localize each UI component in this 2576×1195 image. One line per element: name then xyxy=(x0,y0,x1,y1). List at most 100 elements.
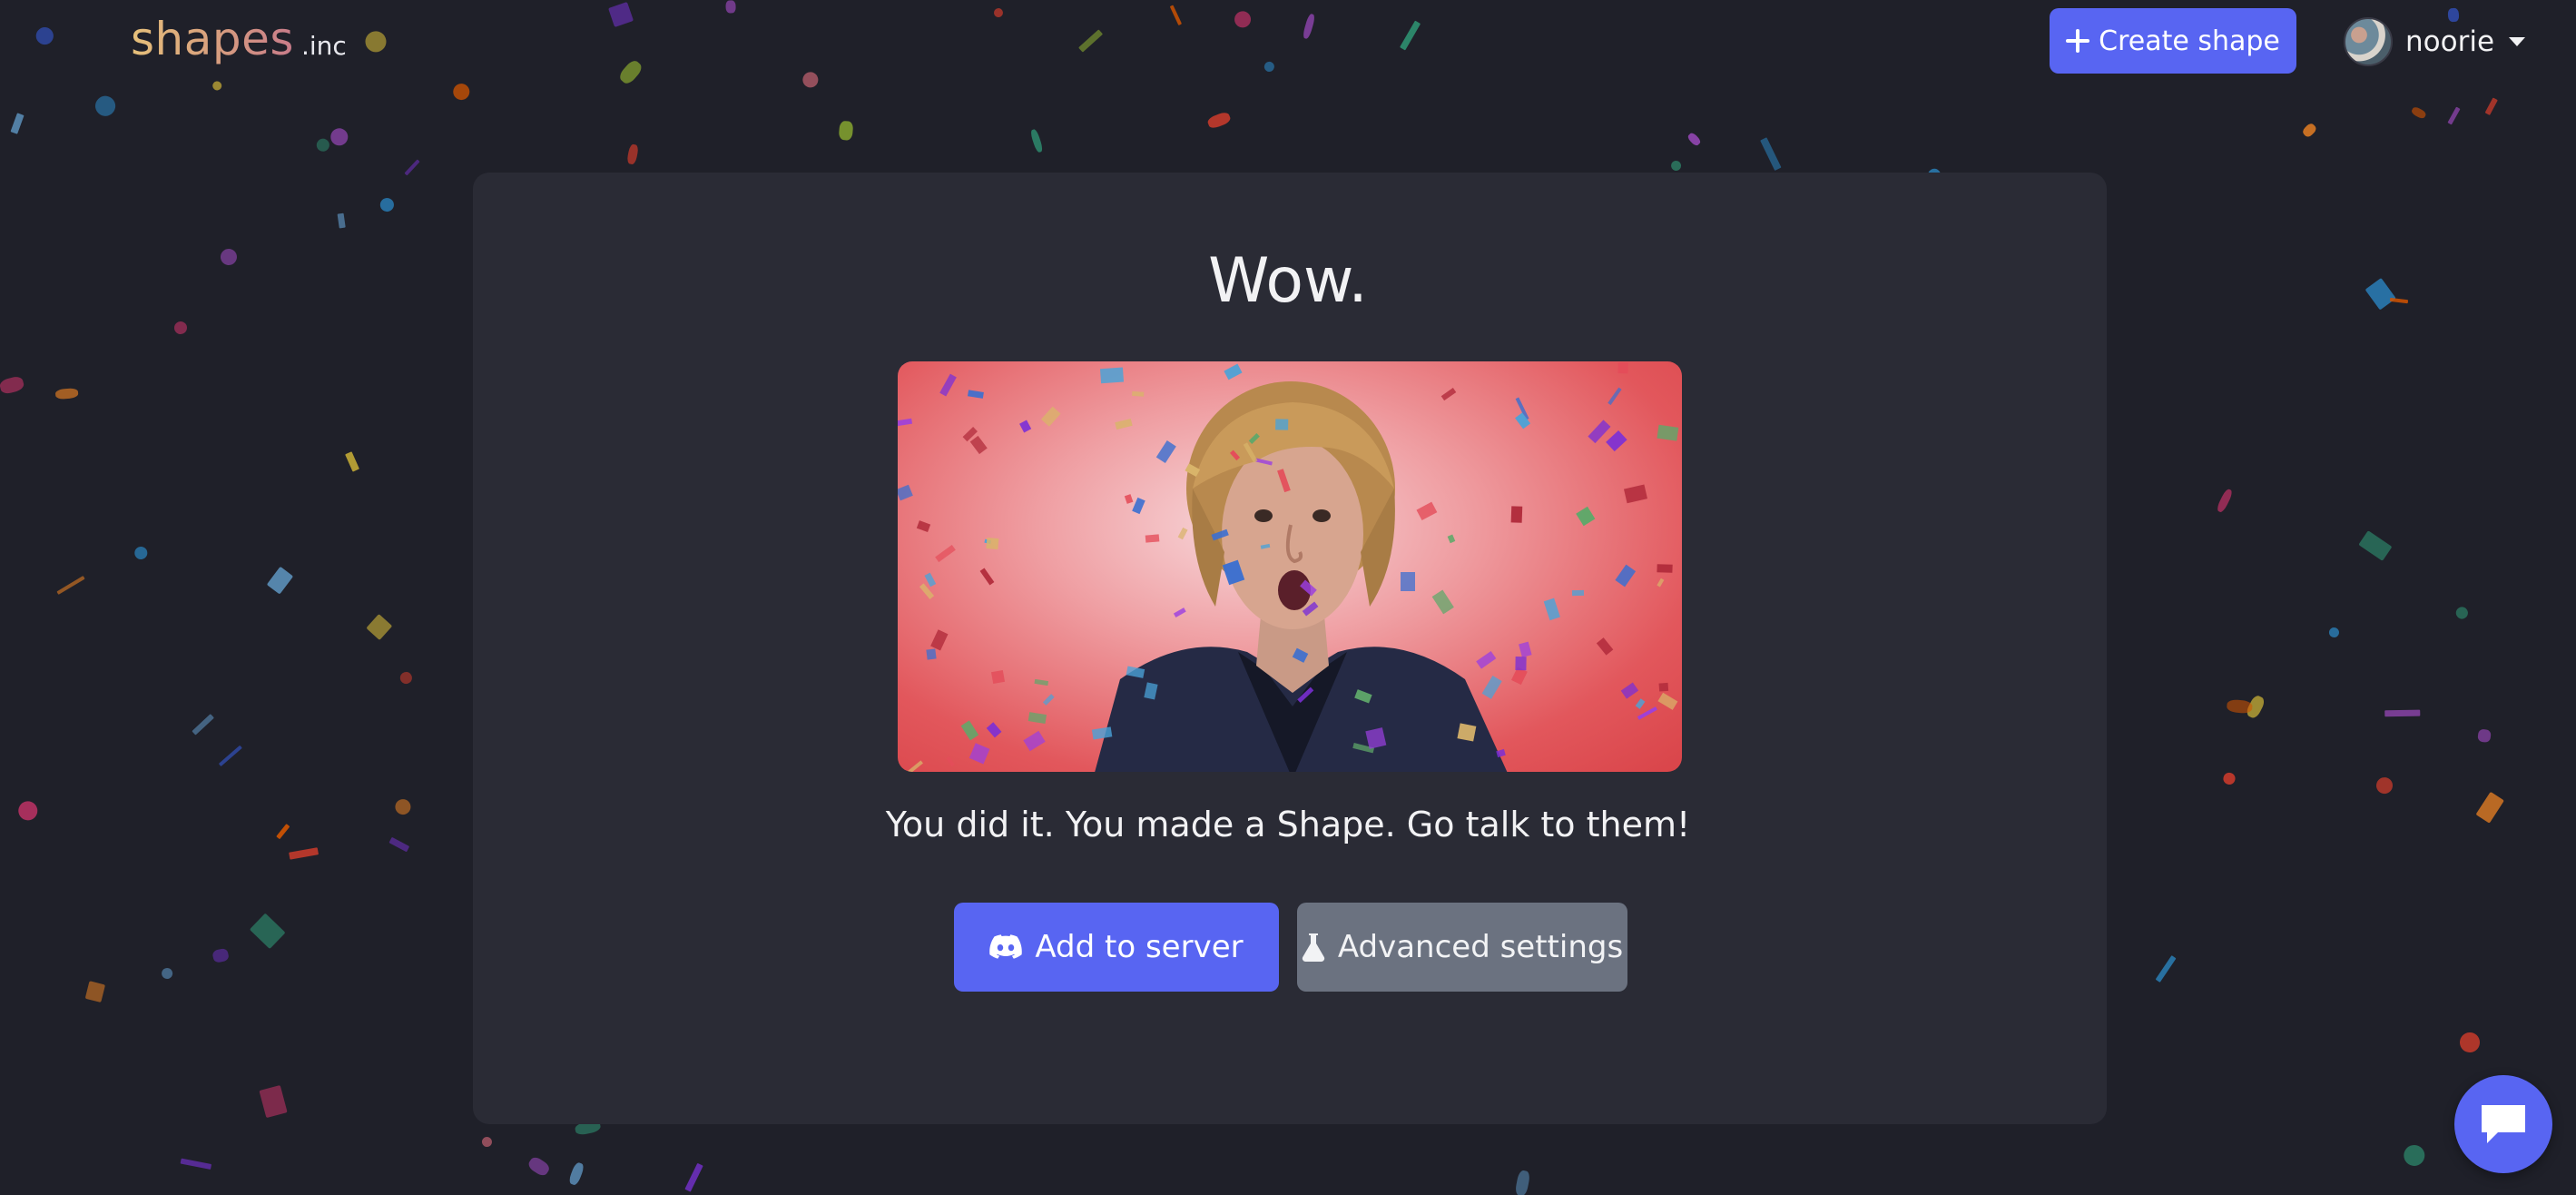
chat-launcher-button[interactable] xyxy=(2454,1075,2552,1173)
chevron-down-icon xyxy=(2509,37,2526,46)
confetti-piece xyxy=(1206,111,1233,131)
confetti-piece xyxy=(1760,137,1782,172)
gif-confetti-piece xyxy=(986,722,1001,738)
confetti-piece xyxy=(211,947,230,964)
confetti-piece xyxy=(2409,105,2427,121)
confetti-piece xyxy=(92,93,120,121)
confetti-piece xyxy=(2476,728,2492,743)
gif-confetti-piece xyxy=(916,519,930,532)
confetti-piece xyxy=(2358,529,2393,562)
confetti-piece xyxy=(366,614,392,640)
confetti-piece xyxy=(161,966,174,981)
gif-confetti-piece xyxy=(939,373,958,397)
gif-confetti-piece xyxy=(1457,723,1476,742)
confetti-piece xyxy=(180,1158,211,1170)
confetti-piece xyxy=(344,451,359,472)
success-message: You did it. You made a Shape. Go talk to… xyxy=(885,805,1691,844)
confetti-piece xyxy=(2245,694,2267,720)
confetti-piece xyxy=(684,1163,703,1192)
gif-confetti-piece xyxy=(1023,731,1046,752)
confetti-piece xyxy=(567,1161,585,1187)
action-buttons: Add to server Advanced settings xyxy=(954,903,1627,992)
gif-confetti-piece xyxy=(970,436,988,455)
advanced-settings-label: Advanced settings xyxy=(1337,929,1624,965)
plus-icon xyxy=(2066,29,2090,53)
confetti-piece xyxy=(839,119,854,141)
confetti-piece xyxy=(404,159,420,176)
confetti-piece xyxy=(2222,771,2237,785)
confetti-piece xyxy=(2374,776,2394,795)
confetti-piece xyxy=(2400,1141,2429,1170)
confetti-piece xyxy=(84,981,106,1002)
gif-confetti-piece xyxy=(968,743,990,765)
gif-confetti-piece xyxy=(986,537,999,550)
gif-confetti-piece xyxy=(1544,598,1561,621)
confetti-piece xyxy=(2447,107,2460,125)
confetti-piece xyxy=(2326,625,2342,639)
gif-confetti-piece xyxy=(1623,484,1647,504)
gif-confetti-piece xyxy=(1027,712,1047,724)
confetti-piece xyxy=(1514,1170,1531,1195)
confetti-piece xyxy=(314,136,332,154)
confetti-piece xyxy=(1028,128,1044,153)
confetti-piece xyxy=(9,112,25,134)
gif-confetti-piece xyxy=(1658,683,1669,692)
confetti-piece xyxy=(219,745,243,766)
add-to-server-label: Add to server xyxy=(1035,929,1244,965)
username: noorie xyxy=(2405,25,2495,58)
confetti-piece xyxy=(398,669,415,686)
page: shapes .inc Create shape noorie Wow. You… xyxy=(0,0,2576,1195)
logo-word: shapes xyxy=(131,13,294,65)
gif-confetti-piece xyxy=(1657,424,1679,441)
create-shape-label: Create shape xyxy=(2099,25,2280,57)
confetti-piece xyxy=(54,387,79,400)
gif-confetti-piece xyxy=(935,544,957,562)
gif-confetti-piece xyxy=(898,485,914,502)
confetti-piece xyxy=(2384,710,2421,718)
confetti-piece xyxy=(2301,122,2318,139)
confetti-piece xyxy=(133,546,149,560)
confetti-piece xyxy=(1669,159,1683,173)
gif-confetti-piece xyxy=(1615,564,1637,588)
gif-confetti-piece xyxy=(967,390,984,399)
user-menu[interactable]: noorie xyxy=(2344,16,2526,67)
chat-icon xyxy=(2482,1105,2525,1143)
gif-confetti-piece xyxy=(1597,637,1614,656)
gif-confetti-piece xyxy=(1605,430,1627,451)
gif-confetti-piece xyxy=(1510,506,1522,523)
page-title: Wow. xyxy=(1208,245,1368,317)
confetti-piece xyxy=(259,1084,288,1118)
gif-confetti-piece xyxy=(1515,657,1527,671)
confetti-piece xyxy=(2215,488,2234,514)
gif-confetti-piece xyxy=(1571,589,1585,597)
logo-suffix: .inc xyxy=(300,31,347,61)
confetti-piece xyxy=(377,194,397,214)
confetti-piece xyxy=(0,374,25,395)
logo[interactable]: shapes .inc xyxy=(131,13,347,65)
gif-confetti-piece xyxy=(1637,706,1657,720)
gif-confetti-piece xyxy=(1034,679,1049,686)
confetti-piece xyxy=(330,128,349,146)
advanced-settings-button[interactable]: Advanced settings xyxy=(1297,903,1627,992)
top-nav: shapes .inc Create shape noorie xyxy=(0,0,2576,87)
confetti-piece xyxy=(2155,954,2177,983)
gif-confetti-piece xyxy=(1657,692,1677,710)
gif-confetti-piece xyxy=(905,760,924,772)
add-to-server-button[interactable]: Add to server xyxy=(954,903,1279,992)
gif-confetti-piece xyxy=(1608,387,1622,405)
gif-confetti-piece xyxy=(1657,578,1665,588)
confetti-piece xyxy=(625,143,639,165)
gif-confetti-piece xyxy=(1275,419,1289,430)
gif-confetti-piece xyxy=(930,629,949,651)
gif-confetti-piece xyxy=(961,720,979,741)
gif-confetti-piece xyxy=(1224,363,1243,380)
avatar xyxy=(2344,17,2393,66)
gif-confetti-piece xyxy=(979,568,995,586)
gif-confetti-piece xyxy=(1099,367,1124,384)
create-shape-button[interactable]: Create shape xyxy=(2050,8,2296,74)
gif-confetti-piece xyxy=(1620,681,1639,699)
confetti-piece xyxy=(2453,605,2470,621)
confetti-piece xyxy=(1686,131,1702,147)
gif-confetti-piece xyxy=(924,572,937,587)
confetti-piece xyxy=(2459,1032,2480,1052)
